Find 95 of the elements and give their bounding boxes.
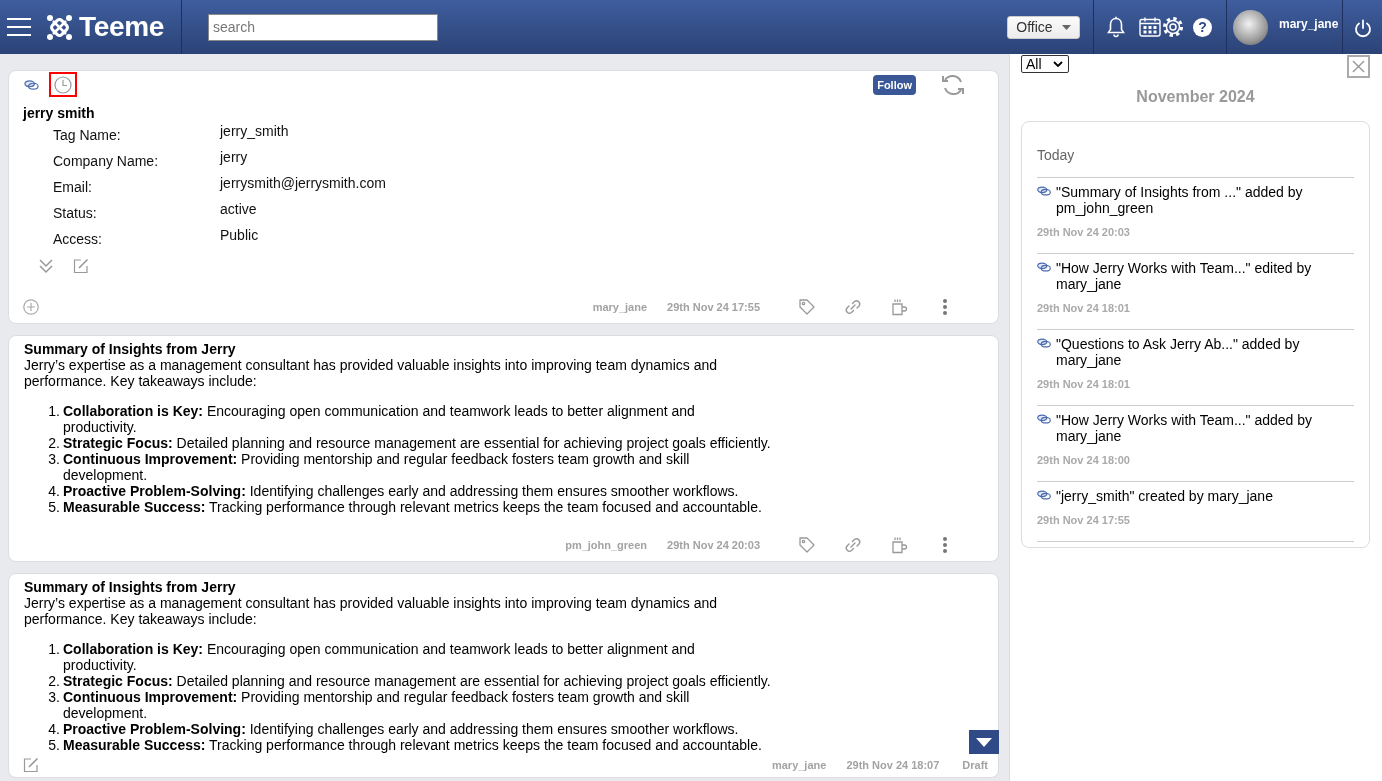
list-number: 5. bbox=[47, 499, 61, 515]
list-item-text: Strategic Focus: Detailed planning and resource management are essential for achieving project goals efficiently. bbox=[63, 673, 771, 689]
list-item-text: Collaboration is Key: Encouraging open communication and teamwork leads to better alignment and productivity. bbox=[63, 403, 696, 435]
list-item-text: Collaboration is Key: Encouraging open communication and teamwork leads to better alignment and productivity. bbox=[63, 641, 696, 673]
calendar-icon[interactable] bbox=[1139, 17, 1161, 37]
plus-circle-icon[interactable] bbox=[23, 299, 39, 315]
close-icon bbox=[1352, 60, 1365, 73]
field-label: Email: bbox=[53, 178, 93, 197]
menu-icon[interactable] bbox=[7, 17, 31, 37]
field-label: Access: bbox=[53, 230, 103, 249]
list-number: 2. bbox=[47, 673, 61, 689]
post-text: Jerry’s expertise as a management consultant has provided valuable insights into improving team dynamics and performance. Key takeaways include: bbox=[24, 357, 719, 389]
activity-text: "jerry_smith" created by mary_jane bbox=[1056, 488, 1273, 504]
tag-icon[interactable] bbox=[798, 298, 816, 316]
post-title: Summary of Insights from Jerry bbox=[24, 341, 237, 357]
list-number: 1. bbox=[47, 403, 61, 421]
field-value: jerry_smith bbox=[220, 123, 290, 141]
mug-icon[interactable] bbox=[890, 298, 908, 316]
field-label: Company Name: bbox=[53, 152, 160, 171]
double-chevron-icon[interactable] bbox=[37, 257, 55, 275]
timestamp: 29th Nov 24 20:03 bbox=[667, 538, 760, 553]
list-item-text: Measurable Success: Tracking performance through relevant metrics keeps the team focused and accountable. bbox=[63, 499, 763, 515]
follow-button[interactable]: Follow bbox=[873, 74, 916, 95]
logo-icon bbox=[46, 13, 73, 41]
list-item-text: Measurable Success: Tracking performance through relevant metrics keeps the team focused and accountable. bbox=[63, 737, 763, 753]
activity-text: "Questions to Ask Jerry Ab..." added by mary_jane bbox=[1056, 336, 1301, 368]
day-heading: Today bbox=[1037, 147, 1076, 163]
bell-icon[interactable] bbox=[1106, 16, 1126, 38]
list-item-text: Strategic Focus: Detailed planning and resource management are essential for achieving project goals efficiently. bbox=[63, 435, 771, 451]
list-number: 4. bbox=[47, 483, 61, 499]
activity-text: "How Jerry Works with Team..." edited by mary_jane bbox=[1056, 260, 1313, 292]
app-name: Teeme bbox=[79, 11, 165, 43]
author-name: pm_john_green bbox=[565, 538, 648, 553]
field-value: jerry bbox=[220, 149, 249, 167]
month-heading: November 2024 bbox=[1135, 88, 1256, 106]
field-label: Status: bbox=[53, 204, 98, 223]
chevron-down-icon bbox=[1053, 61, 1063, 67]
list-item-text: Proactive Problem-Solving: Identifying challenges early and addressing them ensures smoother workflows. bbox=[63, 483, 740, 499]
linked-ovals-icon bbox=[24, 79, 39, 90]
refresh-icon[interactable] bbox=[940, 72, 966, 97]
activity-time: 29th Nov 24 20:03 bbox=[1037, 226, 1131, 238]
activity-time: 29th Nov 24 18:01 bbox=[1037, 302, 1131, 314]
activity-time: 29th Nov 24 18:01 bbox=[1037, 378, 1131, 390]
post-text: Jerry’s expertise as a management consultant has provided valuable insights into improving team dynamics and performance. Key takeaways include: bbox=[24, 595, 719, 627]
field-value: jerrysmith@jerrysmith.com bbox=[220, 175, 387, 193]
triangle-down-icon bbox=[976, 737, 992, 747]
list-number: 3. bbox=[47, 689, 61, 707]
link-icon[interactable] bbox=[844, 536, 862, 554]
linked-ovals-icon bbox=[1037, 262, 1051, 272]
filter-dropdown[interactable]: All bbox=[1021, 55, 1069, 73]
linked-ovals-icon bbox=[1037, 338, 1051, 348]
avatar-photo[interactable] bbox=[1233, 9, 1268, 45]
help-button[interactable]: ? bbox=[1193, 17, 1212, 37]
list-number: 2. bbox=[47, 435, 61, 451]
timestamp: 29th Nov 24 17:55 bbox=[667, 301, 760, 313]
history-button[interactable] bbox=[49, 72, 77, 97]
more-icon[interactable] bbox=[942, 298, 948, 316]
activity-text: "How Jerry Works with Team..." added by mary_jane bbox=[1056, 412, 1314, 444]
close-button[interactable] bbox=[1347, 55, 1370, 78]
power-icon[interactable] bbox=[1352, 19, 1373, 39]
scroll-down-button[interactable] bbox=[969, 730, 999, 754]
more-icon[interactable] bbox=[942, 536, 948, 554]
activity-text: "Summary of Insights from ..." added by pm_john_green bbox=[1056, 184, 1304, 216]
link-icon[interactable] bbox=[844, 298, 862, 316]
caret-icon bbox=[1061, 24, 1071, 30]
field-value: active bbox=[220, 201, 258, 219]
tag-icon[interactable] bbox=[798, 536, 816, 554]
activity-time: 29th Nov 24 18:00 bbox=[1037, 454, 1131, 466]
linked-ovals-icon bbox=[1037, 414, 1051, 424]
field-value: Public bbox=[220, 227, 260, 245]
edit-icon[interactable] bbox=[23, 757, 39, 773]
user-name[interactable]: mary_jane bbox=[1279, 17, 1339, 31]
author-name: mary_jane bbox=[771, 758, 827, 773]
edit-icon[interactable] bbox=[73, 258, 89, 274]
activity-time: 29th Nov 24 17:55 bbox=[1037, 514, 1131, 526]
list-number: 3. bbox=[47, 451, 61, 469]
settings-icon[interactable] bbox=[1162, 16, 1184, 38]
linked-ovals-icon bbox=[1037, 186, 1051, 196]
linked-ovals-icon bbox=[1037, 490, 1051, 500]
author-name: mary_jane bbox=[592, 301, 648, 313]
mug-icon[interactable] bbox=[890, 536, 908, 554]
timestamp: 29th Nov 24 18:07 bbox=[846, 758, 940, 773]
field-label: Tag Name: bbox=[53, 126, 122, 145]
clock-icon bbox=[54, 75, 72, 94]
list-number: 4. bbox=[47, 721, 61, 737]
status-label: Draft bbox=[962, 758, 988, 773]
list-item-text: Proactive Problem-Solving: Identifying challenges early and addressing them ensures smoother workflows. bbox=[63, 721, 740, 737]
list-number: 1. bbox=[47, 641, 61, 659]
profile-name: jerry smith bbox=[21, 105, 96, 121]
list-item-text: Continuous Improvement: Providing mentorship and regular feedback fosters team growth and skill development. bbox=[63, 689, 691, 721]
list-number: 5. bbox=[47, 737, 61, 753]
list-item-text: Continuous Improvement: Providing mentorship and regular feedback fosters team growth and skill development. bbox=[63, 451, 691, 483]
post-title: Summary of Insights from Jerry bbox=[24, 579, 237, 595]
search-field[interactable]: search bbox=[208, 13, 438, 41]
workspace-dropdown[interactable]: Office bbox=[1007, 15, 1080, 39]
